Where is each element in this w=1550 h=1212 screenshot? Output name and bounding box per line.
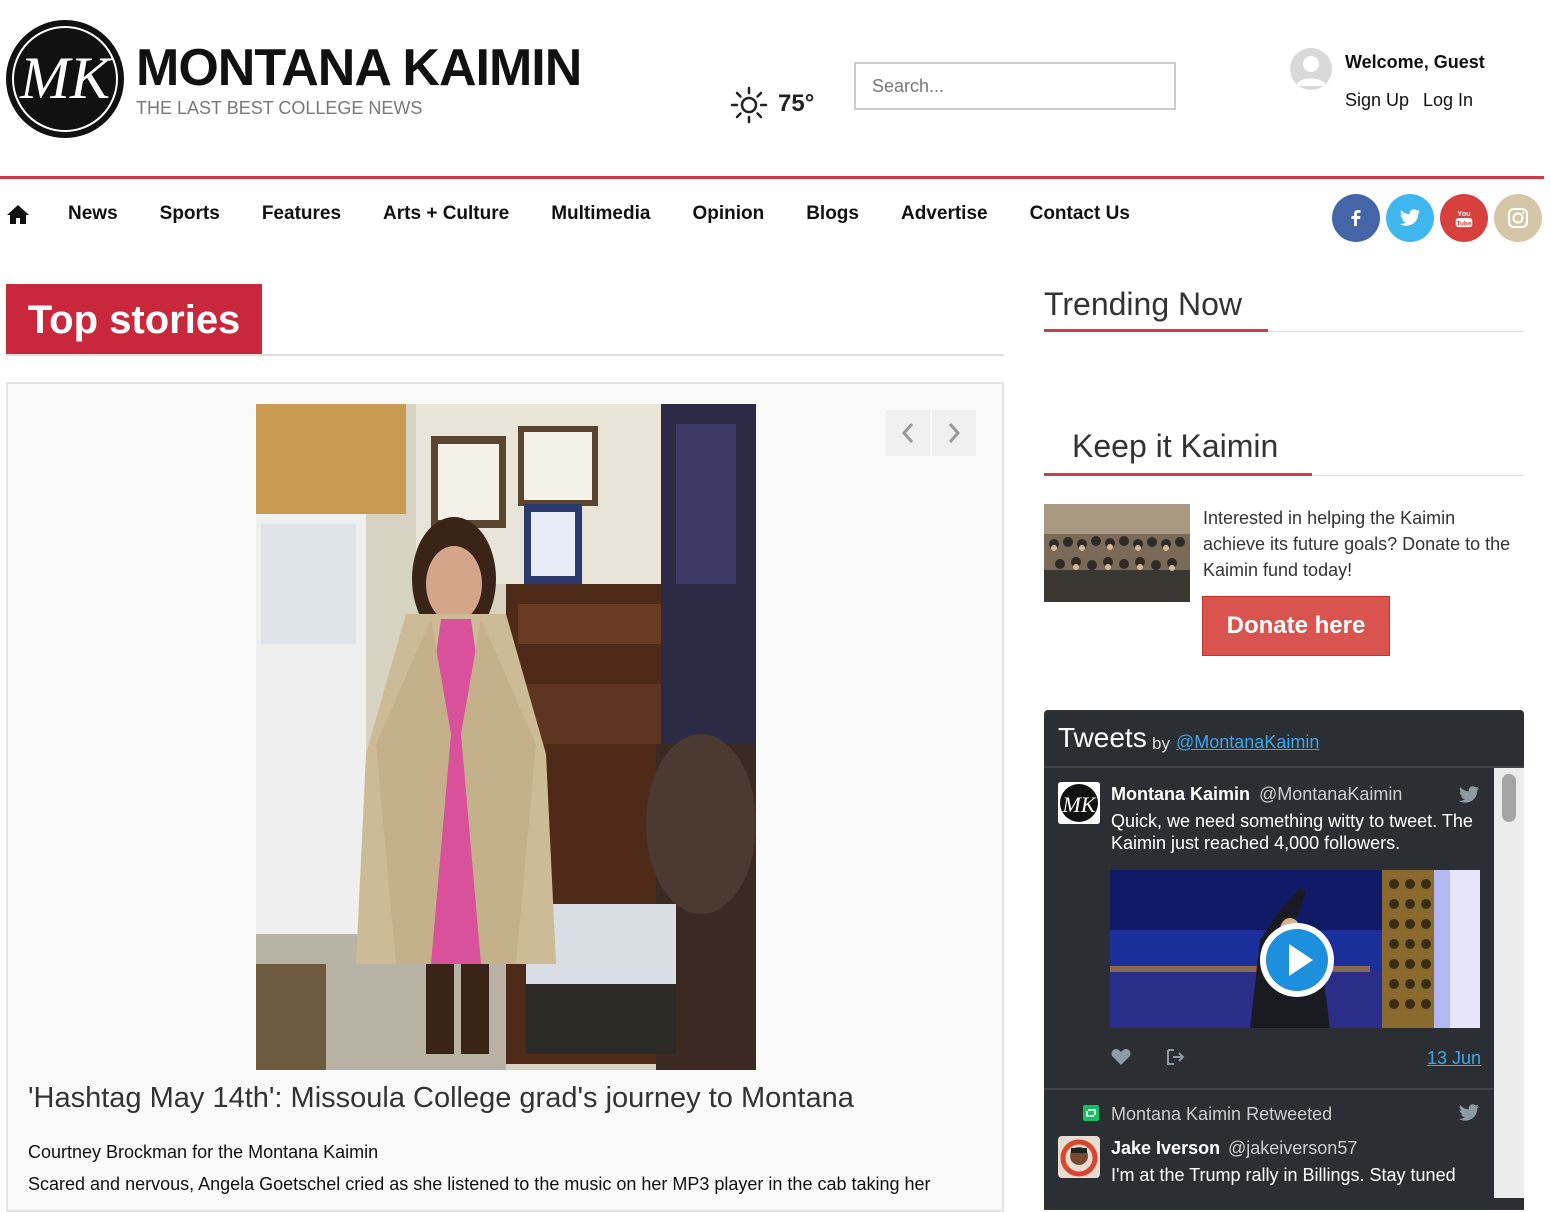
welcome-text: Welcome, Guest — [1345, 52, 1485, 72]
tweet-author-name[interactable]: Montana Kaimin — [1111, 784, 1250, 805]
play-icon[interactable] — [1257, 920, 1337, 1000]
home-icon[interactable] — [6, 203, 30, 225]
trending-underline — [1044, 329, 1268, 332]
staff-group-photo — [1044, 504, 1190, 602]
tweet-text: I'm at the Trump rally in Billings. Stay… — [1111, 1165, 1456, 1185]
share-icon[interactable] — [1165, 1048, 1185, 1066]
user-avatar-icon[interactable] — [1290, 48, 1332, 90]
tweet-author-handle[interactable]: @jakeiverson57 — [1228, 1138, 1357, 1159]
tweet-author-handle[interactable]: @MontanaKaimin — [1259, 784, 1402, 805]
tweet-text: Quick, we need something witty to tweet.… — [1111, 811, 1473, 853]
slider-next-button[interactable] — [932, 410, 976, 456]
site-name[interactable]: MONTANA KAIMIN — [136, 40, 582, 96]
keep-it-kaimin-heading: Keep it Kaimin — [1072, 428, 1279, 464]
story-byline: Courtney Brockman for the Montana Kaimin — [28, 1142, 379, 1162]
retweet-icon — [1083, 1105, 1099, 1121]
logo-monogram: MK — [19, 45, 113, 111]
nav-top-rule — [0, 176, 1544, 179]
sign-up-link[interactable]: Sign Up — [1345, 90, 1409, 111]
main-nav: News Sports Features Arts + Culture Mult… — [0, 198, 1172, 230]
tweet-date-link[interactable]: 13 Jun — [1427, 1048, 1481, 1069]
svg-text:Tube: Tube — [1457, 220, 1472, 227]
trending-heading: Trending Now — [1044, 286, 1243, 322]
site-tagline: THE LAST BEST COLLEGE NEWS — [136, 98, 423, 118]
nav-item-sports[interactable]: Sports — [160, 203, 220, 225]
chevron-left-icon — [901, 423, 914, 443]
tweet-video[interactable] — [1110, 870, 1480, 1028]
tweets-by-label: by — [1152, 734, 1170, 753]
sun-icon — [730, 86, 768, 124]
like-icon[interactable] — [1111, 1048, 1131, 1066]
tweets-handle-link[interactable]: @MontanaKaimin — [1176, 732, 1319, 753]
story-title[interactable]: 'Hashtag May 14th': Missoula College gra… — [28, 1082, 854, 1115]
tweets-scrollbar[interactable] — [1494, 768, 1524, 1198]
temperature: 75° — [778, 90, 815, 117]
tweet-avatar[interactable] — [1058, 1136, 1100, 1178]
tweets-header-rule — [1044, 766, 1524, 768]
nav-item-news[interactable]: News — [68, 203, 118, 225]
nav-item-features[interactable]: Features — [262, 203, 341, 225]
tweets-heading: Tweets — [1058, 722, 1147, 753]
slider-prev-button[interactable] — [886, 410, 930, 456]
tweet-avatar[interactable]: MK — [1058, 782, 1100, 824]
nav-item-contact-us[interactable]: Contact Us — [1030, 203, 1130, 225]
top-stories-rule — [6, 354, 1004, 356]
twitter-bird-icon[interactable] — [1458, 786, 1480, 804]
nav-item-arts-culture[interactable]: Arts + Culture — [383, 203, 509, 225]
story-photo[interactable] — [256, 404, 756, 1070]
keep-underline — [1044, 473, 1312, 476]
site-logo[interactable]: MK — [6, 20, 124, 138]
keep-rule — [1312, 475, 1524, 476]
chevron-right-icon — [948, 423, 961, 443]
search-input[interactable] — [854, 62, 1176, 110]
top-stories-heading: Top stories — [6, 284, 262, 354]
facebook-icon[interactable] — [1332, 194, 1380, 242]
trending-rule — [1268, 331, 1524, 332]
keep-it-kaimin-text: Interested in helping the Kaimin achieve… — [1203, 508, 1511, 580]
svg-text:You: You — [1457, 209, 1470, 218]
twitter-icon[interactable] — [1386, 194, 1434, 242]
log-in-link[interactable]: Log In — [1423, 90, 1473, 111]
tweets-scrollbar-thumb[interactable] — [1502, 774, 1516, 822]
nav-item-multimedia[interactable]: Multimedia — [551, 203, 650, 225]
tweet-author-name[interactable]: Jake Iverson — [1111, 1138, 1220, 1159]
tweet-divider — [1044, 1088, 1494, 1090]
instagram-icon[interactable] — [1494, 194, 1542, 242]
youtube-icon[interactable]: You Tube — [1440, 194, 1488, 242]
nav-item-blogs[interactable]: Blogs — [806, 203, 859, 225]
nav-item-opinion[interactable]: Opinion — [692, 203, 764, 225]
retweeted-label: Montana Kaimin Retweeted — [1111, 1104, 1333, 1124]
tweet-avatar-monogram: MK — [1062, 792, 1097, 817]
twitter-bird-icon[interactable] — [1458, 1104, 1480, 1122]
donate-button[interactable]: Donate here — [1202, 596, 1390, 656]
nav-item-advertise[interactable]: Advertise — [901, 203, 988, 225]
